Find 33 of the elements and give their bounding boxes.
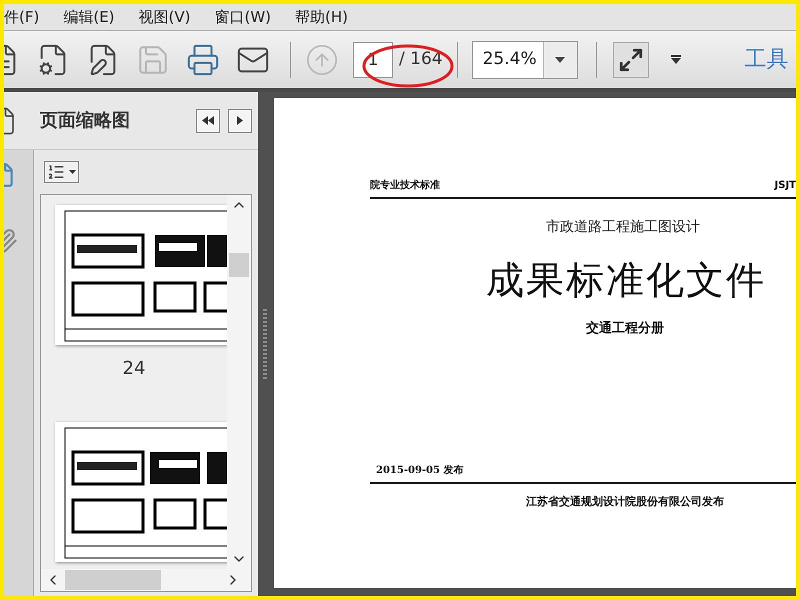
page-total: / 164 xyxy=(399,48,443,71)
menu-item[interactable]: 编辑(E) xyxy=(63,6,115,28)
zoom-field[interactable]: 25.4% xyxy=(472,40,578,78)
full-screen-button[interactable] xyxy=(612,42,649,78)
menu-item[interactable]: 件(F) xyxy=(4,6,40,28)
menu-item[interactable]: 窗口(W) xyxy=(214,6,272,28)
panel-title: 页面缩略图 xyxy=(40,109,130,133)
caret-icon xyxy=(69,170,76,174)
scroll-thumb[interactable] xyxy=(229,253,249,277)
header-code: JSJT xyxy=(774,179,796,193)
page-number: 24 xyxy=(122,357,146,381)
collapse-button[interactable] xyxy=(196,108,220,132)
options-button[interactable] xyxy=(44,161,79,183)
volume-title: 交通工程分册 xyxy=(586,320,665,338)
double-left-icon xyxy=(202,116,214,125)
right-triangle-icon xyxy=(237,116,243,125)
overflow-icon[interactable] xyxy=(670,55,681,64)
expand-icon xyxy=(618,46,644,72)
expand-button[interactable] xyxy=(228,108,252,132)
list-icon xyxy=(47,163,65,181)
header-text: 院专业技术标准 xyxy=(370,178,440,193)
document-title: 成果标准化文件 xyxy=(486,257,767,304)
scroll-thumb[interactable] xyxy=(65,570,161,590)
menu-item[interactable]: 帮助(H) xyxy=(295,6,348,28)
printer-icon[interactable] xyxy=(186,42,220,76)
release-date: 2015-09-05 发布 xyxy=(376,464,464,478)
publisher: 江苏省交通规划设计院股份有限公司发布 xyxy=(526,494,725,510)
document-subtitle: 市政道路工程施工图设计 xyxy=(546,218,701,237)
tools-button[interactable]: 工具 xyxy=(744,43,789,76)
caret-icon xyxy=(555,56,566,62)
horizontal-scrollbar[interactable] xyxy=(41,569,251,591)
menu-item[interactable]: 视图(V) xyxy=(138,6,190,28)
vertical-scrollbar[interactable] xyxy=(227,195,251,569)
